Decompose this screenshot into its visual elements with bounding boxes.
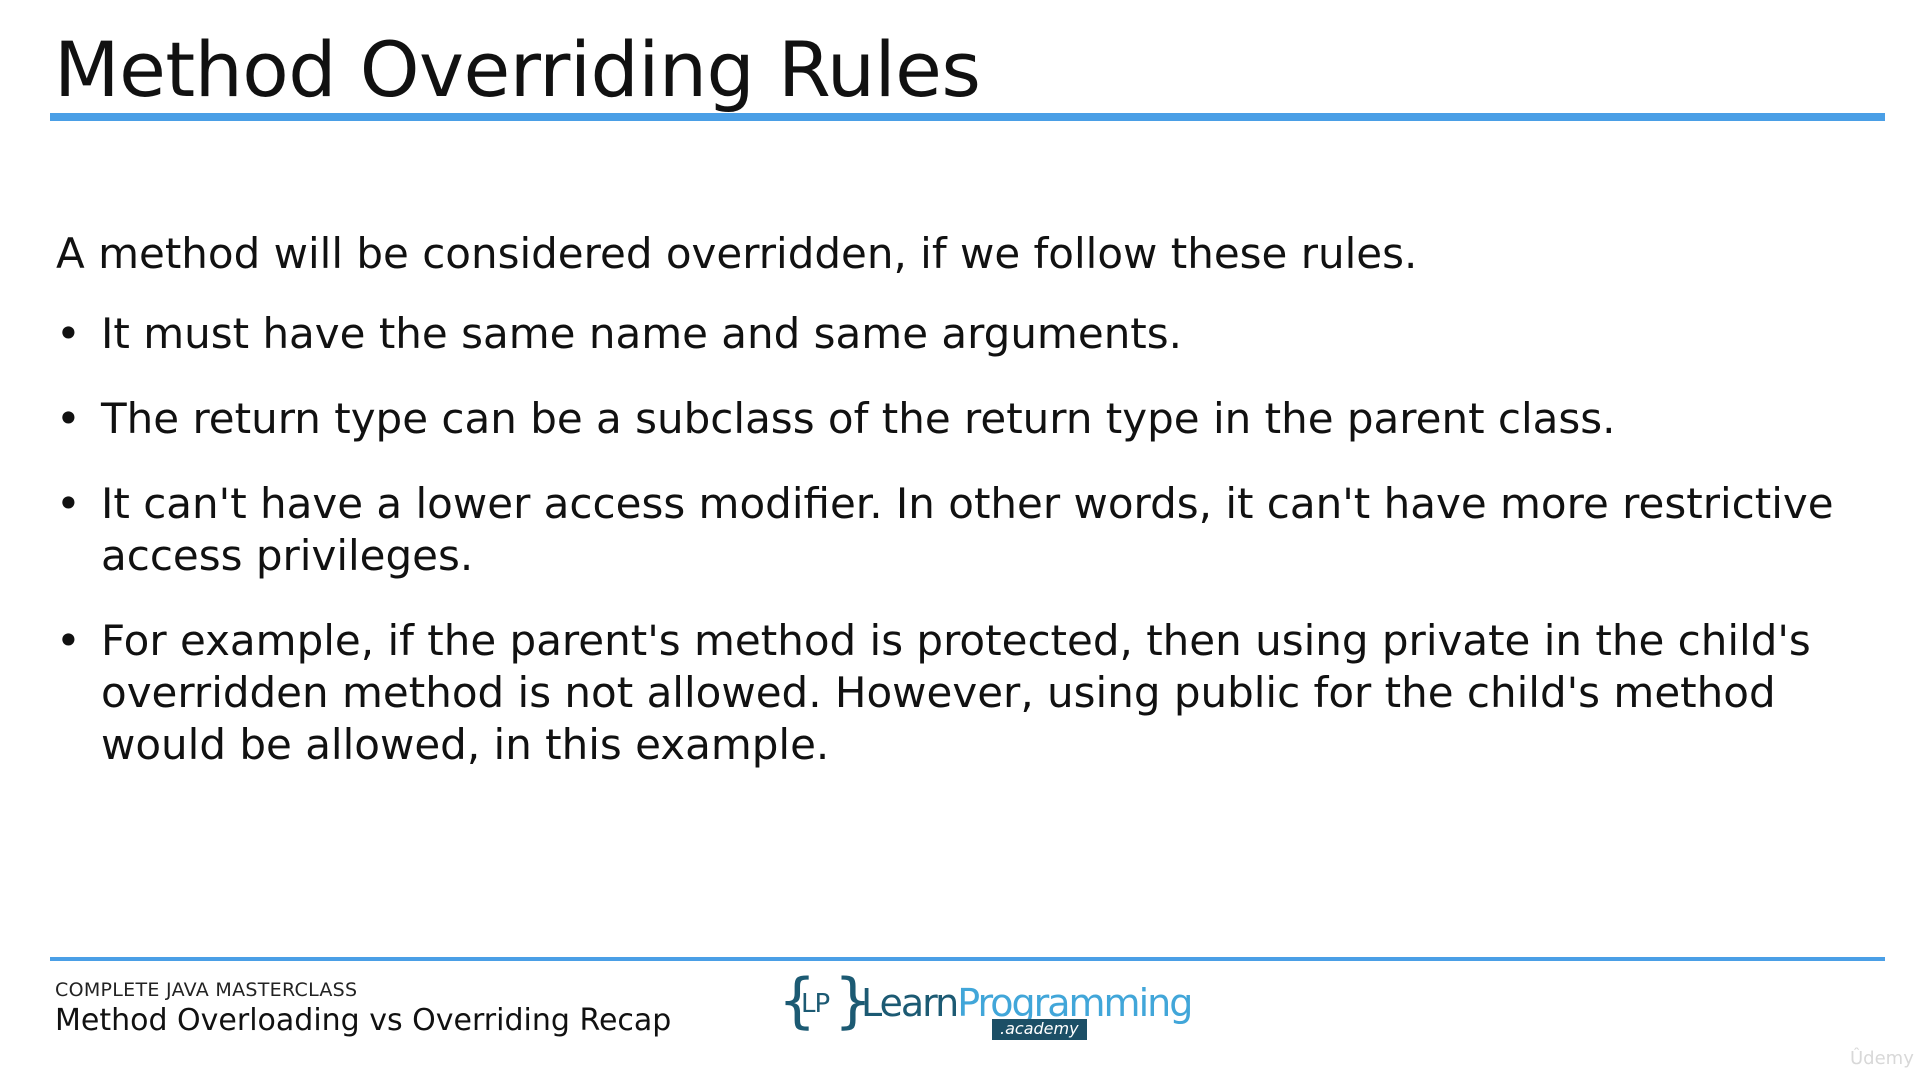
bullet-icon: • (56, 309, 81, 358)
learnprogramming-logo: { LP } LearnProgramming .academy (778, 969, 1193, 1045)
list-item: • The return type can be a subclass of t… (56, 393, 1886, 445)
list-item: • For example, if the parent's method is… (56, 615, 1886, 771)
bullet-icon: • (56, 616, 81, 665)
logo-academy-badge: .academy (992, 1019, 1087, 1040)
intro-text: A method will be considered overridden, … (56, 229, 1418, 278)
slide-content: A method will be considered overridden, … (56, 224, 1886, 804)
list-item: • It must have the same name and same ar… (56, 308, 1886, 360)
bullet-icon: • (56, 479, 81, 528)
logo-initials: LP (801, 989, 830, 1019)
title-divider (50, 113, 1885, 121)
footer-divider (50, 957, 1885, 961)
bullet-icon: • (56, 394, 81, 443)
lecture-name: Method Overloading vs Overriding Recap (55, 1003, 672, 1038)
logo-learn: Learn (861, 981, 959, 1025)
rule-text: The return type can be a subclass of the… (101, 394, 1616, 443)
list-item: • It can't have a lower access modifier.… (56, 478, 1886, 582)
rule-text: For example, if the parent's method is p… (101, 616, 1811, 769)
rules-list: • It must have the same name and same ar… (56, 308, 1886, 771)
course-name: COMPLETE JAVA MASTERCLASS (55, 979, 358, 1001)
udemy-watermark: Ûdemy (1850, 1048, 1914, 1069)
rule-text: It must have the same name and same argu… (101, 309, 1183, 358)
rule-text: It can't have a lower access modifier. I… (101, 479, 1834, 580)
slide-title: Method Overriding Rules (54, 25, 981, 114)
